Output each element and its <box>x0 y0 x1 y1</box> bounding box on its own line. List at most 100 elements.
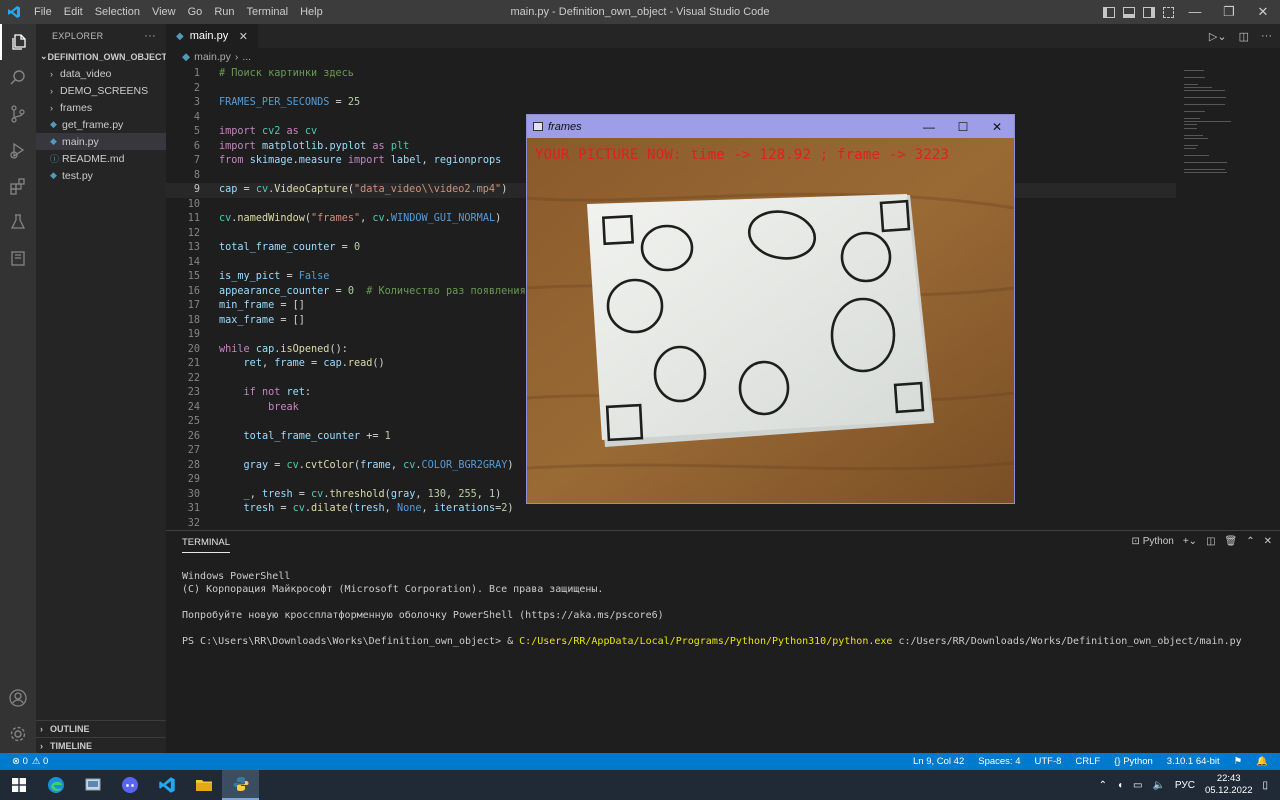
explorer-item[interactable]: › frames <box>36 99 166 116</box>
python-taskbar-icon[interactable] <box>222 770 259 800</box>
python-interpreter[interactable]: 3.10.1 64-bit <box>1167 756 1220 767</box>
cv-minimize-button[interactable]: — <box>912 120 946 134</box>
control-panel-icon[interactable] <box>74 770 111 800</box>
toggle-panel-icon[interactable] <box>1123 6 1135 18</box>
workspace-root[interactable]: ⌄ DEFINITION_OWN_OBJECT <box>36 48 168 65</box>
close-button[interactable]: ✕ <box>1246 0 1280 24</box>
discord-icon[interactable] <box>111 770 148 800</box>
outline-section[interactable]: › OUTLINE <box>36 720 166 737</box>
line-number: 30 <box>187 488 200 500</box>
problems-warnings[interactable]: ⚠ 0 <box>32 756 48 767</box>
explorer-item[interactable]: ◆ test.py <box>36 167 166 184</box>
more-actions-icon[interactable]: ··· <box>144 30 156 42</box>
explorer-item-label: main.py <box>62 135 99 148</box>
vscode-taskbar-icon[interactable] <box>148 770 185 800</box>
notification-center-icon[interactable]: ▯ <box>1262 780 1268 791</box>
close-tab-icon[interactable]: ✕ <box>239 30 248 43</box>
terminal-output[interactable]: Windows PowerShell (C) Корпорация Майкрос… <box>182 570 1242 648</box>
menu-selection[interactable]: Selection <box>89 0 146 24</box>
minimap-line <box>1184 148 1196 150</box>
explorer-item[interactable]: ⓘ README.md <box>36 150 166 167</box>
minimap-line <box>1184 172 1228 173</box>
chevron-right-icon: › <box>40 741 43 751</box>
notifications-bell-icon[interactable]: 🔔 <box>1256 756 1268 767</box>
terminal-shell-selector[interactable]: ⊡ Python <box>1132 536 1174 547</box>
language-mode[interactable]: {} Python <box>1114 756 1153 767</box>
minimap-line <box>1184 90 1226 92</box>
extensions-icon[interactable] <box>0 168 36 204</box>
menu-file[interactable]: File <box>28 0 58 24</box>
menu-view[interactable]: View <box>146 0 182 24</box>
menu-terminal[interactable]: Terminal <box>241 0 295 24</box>
feedback-icon[interactable]: ⚑ <box>1234 756 1243 767</box>
line-number: 31 <box>187 503 200 514</box>
discord-tray-icon[interactable]: ◖ <box>1117 780 1123 791</box>
testing-icon[interactable] <box>0 204 36 240</box>
show-hidden-icons-icon[interactable]: ⌃ <box>1099 780 1107 791</box>
run-debug-icon[interactable] <box>0 132 36 168</box>
maximize-panel-icon[interactable]: ⌃ <box>1246 536 1254 547</box>
line-text: gray = cv.cvtColor(frame, cv.COLOR_BGR2G… <box>243 459 514 471</box>
file-explorer-icon[interactable] <box>185 770 222 800</box>
maximize-button[interactable]: ❐ <box>1212 0 1246 24</box>
input-language[interactable]: РУС <box>1175 780 1195 791</box>
cv-maximize-button[interactable]: ☐ <box>946 120 980 134</box>
explorer-item[interactable]: › DEMO_SCREENS <box>36 82 166 99</box>
system-clock[interactable]: 22:43 05.12.2022 <box>1205 773 1253 797</box>
menu-run[interactable]: Run <box>208 0 240 24</box>
indentation[interactable]: Spaces: 4 <box>978 756 1020 767</box>
status-bar: ⊗ 0 ⚠ 0 Ln 9, Col 42 Spaces: 4 UTF-8 CRL… <box>0 753 1280 770</box>
accounts-icon[interactable] <box>0 680 36 716</box>
minimap-line <box>1184 104 1226 105</box>
volume-icon[interactable]: 🔈 <box>1152 780 1164 791</box>
cv-window-titlebar[interactable]: frames — ☐ ✕ <box>527 115 1014 138</box>
timeline-section[interactable]: › TIMELINE <box>36 737 166 754</box>
line-text: # Поиск картинки здесь <box>219 68 354 79</box>
new-terminal-icon[interactable]: +⌄ <box>1183 536 1197 547</box>
toggle-secondary-sidebar-icon[interactable] <box>1143 6 1155 18</box>
tab-terminal[interactable]: TERMINAL <box>182 537 231 553</box>
terminal-line: Попробуйте новую кроссплатформенную обол… <box>182 610 664 621</box>
cursor-position[interactable]: Ln 9, Col 42 <box>913 756 964 767</box>
line-text: _, tresh = cv.threshold(gray, 130, 255, … <box>243 488 502 500</box>
minimap-line <box>1184 168 1226 170</box>
tab-main-py[interactable]: ◆ main.py ✕ <box>166 24 258 48</box>
title-bar: File Edit Selection View Go Run Terminal Help m… <box>0 0 1280 24</box>
explorer-item-label: README.md <box>62 152 125 165</box>
customize-layout-icon[interactable] <box>1163 6 1174 18</box>
menu-edit[interactable]: Edit <box>58 0 89 24</box>
minimize-button[interactable]: — <box>1178 0 1212 24</box>
line-text: appearance_counter = 0 # Количество раз … <box>219 285 538 297</box>
breadcrumb-symbol[interactable]: ... <box>242 51 251 63</box>
explorer-item[interactable]: › data_video <box>36 65 166 82</box>
breadcrumb-file[interactable]: main.py <box>194 51 231 63</box>
split-terminal-icon[interactable]: ◫ <box>1206 536 1215 547</box>
kill-terminal-icon[interactable]: 🗑 <box>1225 536 1238 547</box>
toggle-sidebar-icon[interactable] <box>1103 6 1115 18</box>
edge-browser-icon[interactable] <box>37 770 74 800</box>
python-file-icon: ◆ <box>50 119 57 129</box>
remote-explorer-icon[interactable] <box>0 240 36 276</box>
cv-close-button[interactable]: ✕ <box>980 120 1014 134</box>
more-actions-icon[interactable]: ··· <box>1261 30 1272 42</box>
explorer-item[interactable]: ◆ get_frame.py <box>36 116 166 133</box>
menu-go[interactable]: Go <box>182 0 209 24</box>
search-icon[interactable] <box>0 60 36 96</box>
explorer-item[interactable]: ◆ main.py <box>36 133 166 150</box>
windows-start-icon[interactable] <box>0 770 37 800</box>
settings-gear-icon[interactable] <box>0 716 36 752</box>
run-python-file-icon[interactable]: ▷⌄ <box>1209 30 1227 43</box>
network-icon[interactable]: ▭ <box>1133 780 1142 791</box>
opencv-frames-window[interactable]: frames — ☐ ✕ YOUR PICTURE NOW: time -> 1… <box>526 114 1015 504</box>
menu-help[interactable]: Help <box>294 0 329 24</box>
encoding[interactable]: UTF-8 <box>1034 756 1061 767</box>
problems-errors[interactable]: ⊗ 0 <box>12 756 28 767</box>
source-control-icon[interactable] <box>0 96 36 132</box>
minimap[interactable] <box>1176 66 1280 530</box>
workspace-root-label: DEFINITION_OWN_OBJECT <box>47 51 168 62</box>
close-panel-icon[interactable]: ✕ <box>1264 536 1272 547</box>
end-of-line[interactable]: CRLF <box>1075 756 1100 767</box>
explorer-icon[interactable] <box>0 24 36 60</box>
minimap-line <box>1184 124 1197 126</box>
split-editor-icon[interactable]: ◫ <box>1239 30 1249 43</box>
